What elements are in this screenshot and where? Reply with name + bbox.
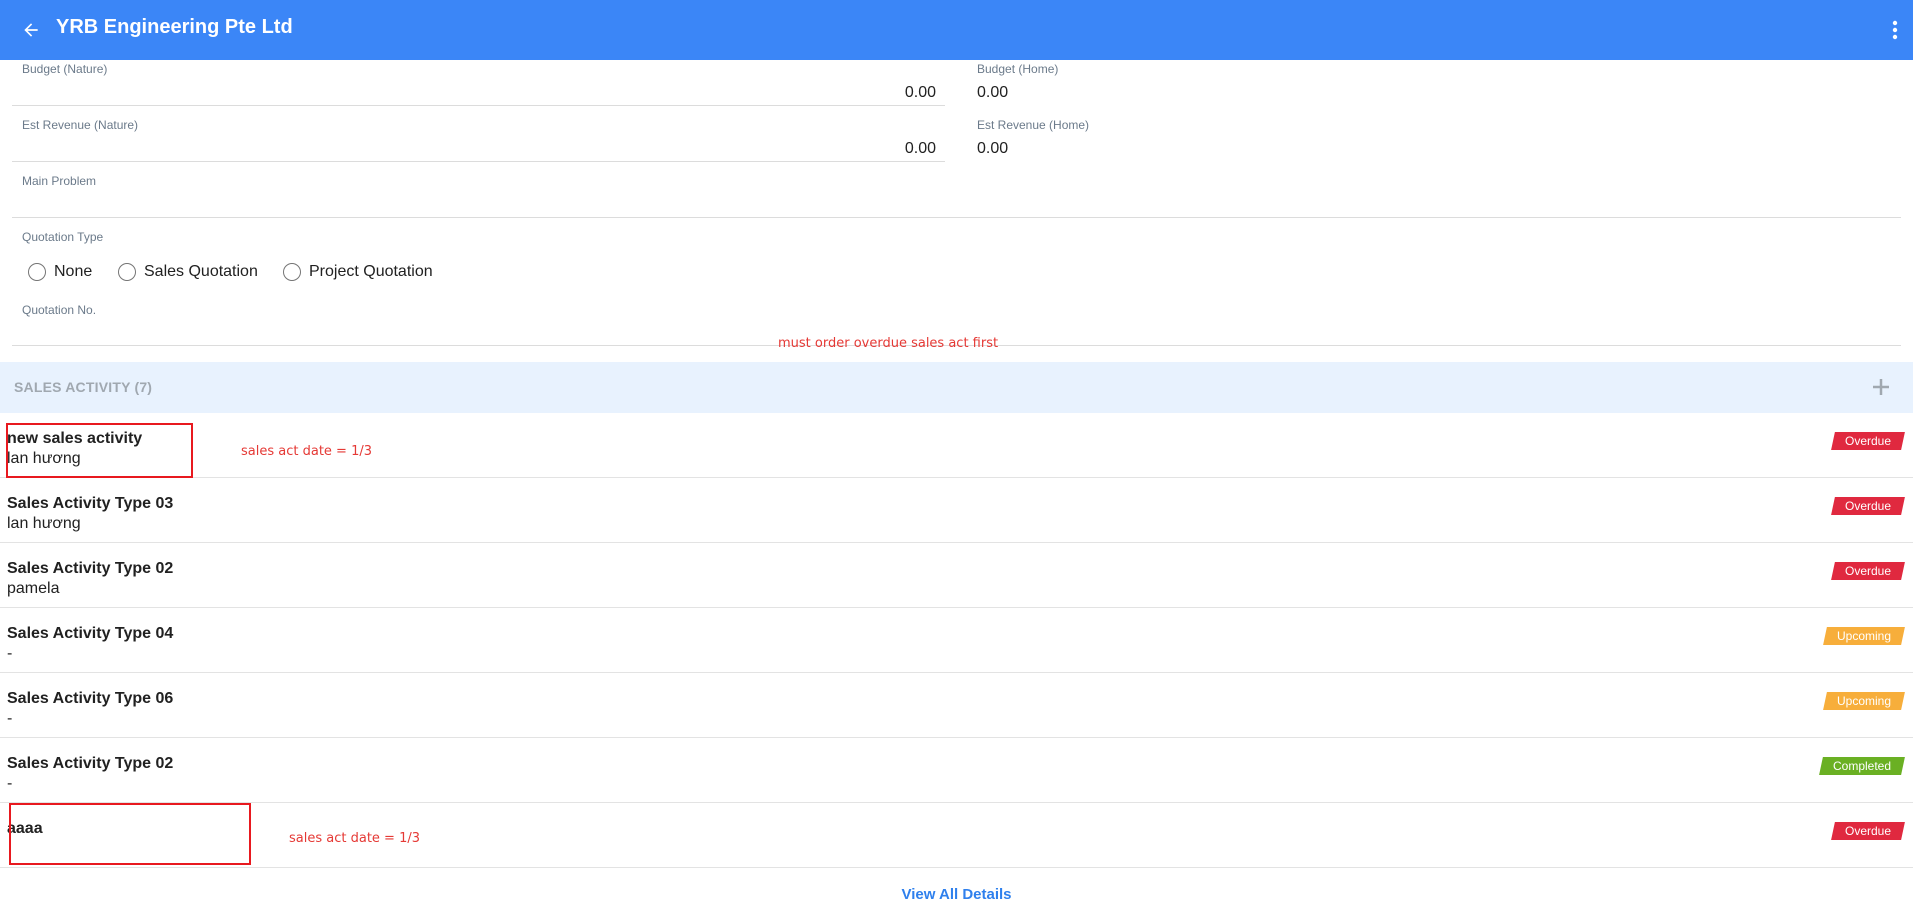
activity-assignee: lan hương (7, 515, 81, 532)
quotation-no-label: Quotation No. (22, 303, 97, 317)
status-badge-label: Overdue (1844, 824, 1891, 838)
activity-name: Sales Activity Type 03 (7, 495, 174, 512)
activity-assignee: - (7, 710, 13, 727)
est-revenue-nature-value[interactable]: 0.00 (900, 140, 936, 158)
budget-home-label: Budget (Home) (977, 62, 1059, 76)
more-vertical-icon (1892, 20, 1898, 40)
activity-assignee: - (7, 645, 13, 662)
radio-circle-icon (283, 263, 301, 281)
more-options-button[interactable] (1885, 15, 1905, 45)
radio-label-sales: Sales Quotation (144, 263, 258, 280)
sales-activity-title: SALES ACTIVITY (7) (14, 379, 153, 395)
quotation-type-none-radio[interactable]: None (28, 263, 92, 281)
status-badge-label: Overdue (1844, 499, 1891, 513)
status-badge: Completed (1819, 757, 1905, 775)
radio-circle-icon (118, 263, 136, 281)
main-problem-underline (12, 217, 1901, 218)
quotation-type-sales-radio[interactable]: Sales Quotation (118, 263, 258, 281)
activity-name: Sales Activity Type 02 (7, 560, 174, 577)
sales-activity-list: new sales activity lan hương Overdue Sales … (0, 413, 1913, 868)
status-badge: Upcoming (1823, 627, 1905, 645)
status-badge: Overdue (1831, 497, 1905, 515)
est-revenue-nature-label: Est Revenue (Nature) (22, 118, 139, 132)
quotation-type-label: Quotation Type (22, 230, 104, 244)
main-problem-input[interactable] (22, 194, 1902, 216)
budget-nature-underline (12, 105, 945, 106)
back-button[interactable] (16, 15, 46, 45)
activity-name: Sales Activity Type 02 (7, 755, 174, 772)
status-badge: Overdue (1831, 822, 1905, 840)
est-revenue-nature-underline (12, 161, 945, 162)
view-all-details-link[interactable]: View All Details (0, 886, 1913, 903)
status-badge-label: Upcoming (1836, 694, 1891, 708)
activity-row[interactable]: Sales Activity Type 04 - Upcoming (0, 608, 1913, 673)
sales-activity-header: SALES ACTIVITY (7) (0, 362, 1913, 413)
arrow-left-icon (24, 23, 38, 37)
budget-nature-value[interactable]: 0.00 (900, 84, 936, 102)
activity-row[interactable]: Sales Activity Type 06 - Upcoming (0, 673, 1913, 738)
plus-icon (1873, 379, 1889, 395)
activity-row[interactable]: Sales Activity Type 02 - Completed (0, 738, 1913, 803)
opportunity-form: Budget (Nature) 0.00 Budget (Home) 0.00 … (0, 60, 1913, 362)
activity-row[interactable]: aaaa Overdue (0, 803, 1913, 868)
est-revenue-home-label: Est Revenue (Home) (977, 118, 1090, 132)
activity-assignee: pamela (7, 580, 60, 597)
status-badge-label: Overdue (1844, 564, 1891, 578)
status-badge-label: Completed (1832, 759, 1891, 773)
radio-label-none: None (54, 263, 93, 280)
est-revenue-home-value: 0.00 (977, 140, 1009, 157)
annotation-date-note: sales act date = 1/3 (289, 831, 420, 846)
activity-name: Sales Activity Type 04 (7, 625, 174, 642)
add-activity-button[interactable] (1867, 373, 1895, 401)
budget-nature-label: Budget (Nature) (22, 62, 108, 76)
status-badge-label: Upcoming (1836, 629, 1891, 643)
radio-label-project: Project Quotation (309, 263, 433, 280)
annotation-highlight-box (9, 803, 251, 865)
radio-circle-icon (28, 263, 46, 281)
activity-row[interactable]: Sales Activity Type 02 pamela Overdue (0, 543, 1913, 608)
status-badge-label: Overdue (1844, 434, 1891, 448)
page-title: YRB Engineering Pte Ltd (56, 16, 293, 38)
status-badge: Overdue (1831, 562, 1905, 580)
annotation-order-note: must order overdue sales act first (778, 336, 999, 351)
activity-assignee: - (7, 775, 13, 792)
status-badge: Overdue (1831, 432, 1905, 450)
activity-row[interactable]: Sales Activity Type 03 lan hương Overdue (0, 478, 1913, 543)
annotation-date-note: sales act date = 1/3 (241, 444, 372, 459)
quotation-type-project-radio[interactable]: Project Quotation (283, 263, 433, 281)
annotation-highlight-box (6, 423, 193, 478)
main-problem-label: Main Problem (22, 174, 97, 188)
activity-name: Sales Activity Type 06 (7, 690, 174, 707)
budget-home-value: 0.00 (977, 84, 1009, 101)
status-badge: Upcoming (1823, 692, 1905, 710)
app-header: YRB Engineering Pte Ltd (0, 0, 1913, 60)
